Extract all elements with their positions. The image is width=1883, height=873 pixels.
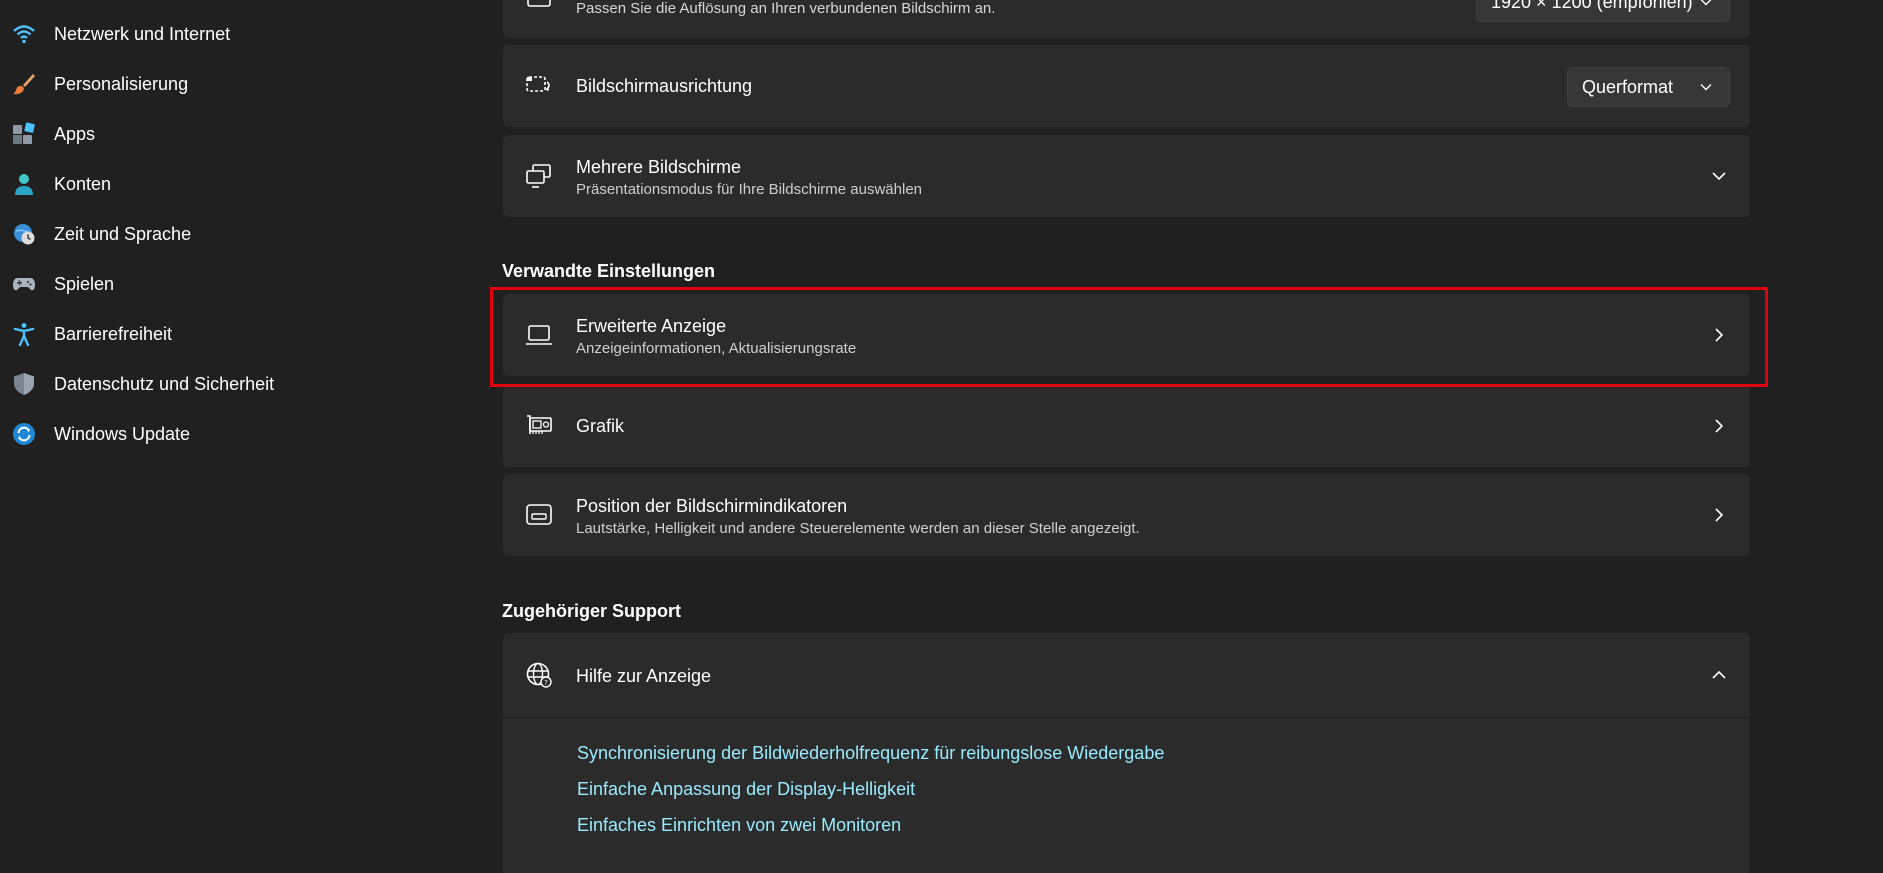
orientation-card: Bildschirmausrichtung Querformat [503,45,1750,127]
sidebar-item-label: Konten [54,173,112,194]
related-settings-heading: Verwandte Einstellungen [502,261,716,281]
resolution-card: Passen Sie die Auflösung an Ihren verbun… [503,0,1750,38]
multiple-displays-subtitle: Präsentationsmodus für Ihre Bildschirme … [576,181,923,198]
chevron-right-icon [1715,328,1724,342]
advanced-display-card[interactable]: Erweiterte Anzeige Anzeigeinformationen,… [503,294,1750,376]
help-link-brightness[interactable]: Einfache Anpassung der Display-Helligkei… [577,779,915,800]
sidebar-item-label: Apps [54,123,96,144]
sidebar-item-windows-update[interactable]: Windows Update [0,412,470,456]
display-help-title: Hilfe zur Anzeige [576,666,712,686]
sidebar-item-label: Barrierefreiheit [54,323,173,344]
sidebar-item-label: Spielen [54,273,115,294]
resolution-dropdown[interactable]: 1920 × 1200 (empfohlen) [1476,0,1730,22]
screen-rotation-icon [526,76,550,92]
svg-text:?: ? [544,679,548,687]
indicator-position-subtitle: Lautstärke, Helligkeit und andere Steuer… [576,520,1140,537]
display-help-header[interactable]: ? Hilfe zur Anzeige [503,633,1750,717]
globe-clock-icon [14,224,35,245]
graphics-card-icon [527,415,552,434]
orientation-title: Bildschirmausrichtung [576,76,753,96]
chevron-down-icon [1700,0,1712,6]
resolution-subtitle: Passen Sie die Auflösung an Ihren verbun… [576,0,996,17]
help-link-refresh-sync[interactable]: Synchronisierung der Bildwiederholfreque… [577,743,1164,764]
help-divider [503,717,1750,718]
chevron-right-icon [1715,419,1724,433]
orientation-dropdown[interactable]: Querformat [1567,67,1730,107]
sidebar-item-label: Windows Update [54,423,191,444]
sidebar-nav: Netzwerk und Internet Personalisierung A… [0,0,480,847]
sidebar-item-label: Personalisierung [54,73,189,94]
sidebar-item-label: Datenschutz und Sicherheit [54,373,275,394]
sidebar-item-label: Zeit und Sprache [54,223,192,244]
orientation-value: Querformat [1582,77,1674,97]
multiple-monitors-icon [526,164,551,188]
sidebar-item-personalization[interactable]: Personalisierung [0,62,470,106]
wifi-icon [13,25,35,44]
chevron-right-icon [1715,508,1724,522]
sidebar-item-network[interactable]: Netzwerk und Internet [0,12,470,56]
indicator-position-card[interactable]: Position der Bildschirmindikatoren Lauts… [503,474,1750,556]
person-icon [15,174,33,195]
accessibility-icon [13,323,35,346]
chevron-down-icon [1700,84,1712,91]
laptop-icon [526,325,552,345]
graphics-card[interactable]: Grafik [503,385,1750,467]
indicator-position-title: Position der Bildschirmindikatoren [576,496,848,516]
indicator-position-icon [526,504,552,525]
sidebar-item-privacy[interactable]: Datenschutz und Sicherheit [0,362,470,406]
sidebar-item-apps[interactable]: Apps [0,112,470,156]
sidebar-item-accessibility[interactable]: Barrierefreiheit [0,312,470,356]
resolution-icon [527,0,551,7]
help-link-dual-monitors[interactable]: Einfaches Einrichten von zwei Monitoren [577,815,901,836]
update-icon [13,423,35,445]
advanced-display-subtitle: Anzeigeinformationen, Aktualisierungsrat… [576,340,857,357]
gamepad-icon [13,278,35,291]
sidebar-item-gaming[interactable]: Spielen [0,262,470,306]
chevron-up-icon [1712,670,1726,679]
advanced-display-title: Erweiterte Anzeige [576,316,727,336]
multiple-displays-card[interactable]: Mehrere Bildschirme Präsentationsmodus f… [503,135,1750,217]
related-support-heading: Zugehöriger Support [502,601,681,621]
multiple-displays-title: Mehrere Bildschirme [576,157,742,177]
sidebar-item-time-language[interactable]: Zeit und Sprache [0,212,470,256]
apps-icon [13,122,35,144]
globe-icon: ? [526,662,552,688]
sidebar-item-label: Netzwerk und Internet [54,23,231,44]
sidebar-item-accounts[interactable]: Konten [0,162,470,206]
chevron-down-icon [1712,172,1726,181]
shield-icon [14,373,34,395]
resolution-value: 1920 × 1200 (empfohlen) [1491,0,1693,12]
graphics-title: Grafik [576,416,625,436]
paintbrush-icon [13,74,35,95]
